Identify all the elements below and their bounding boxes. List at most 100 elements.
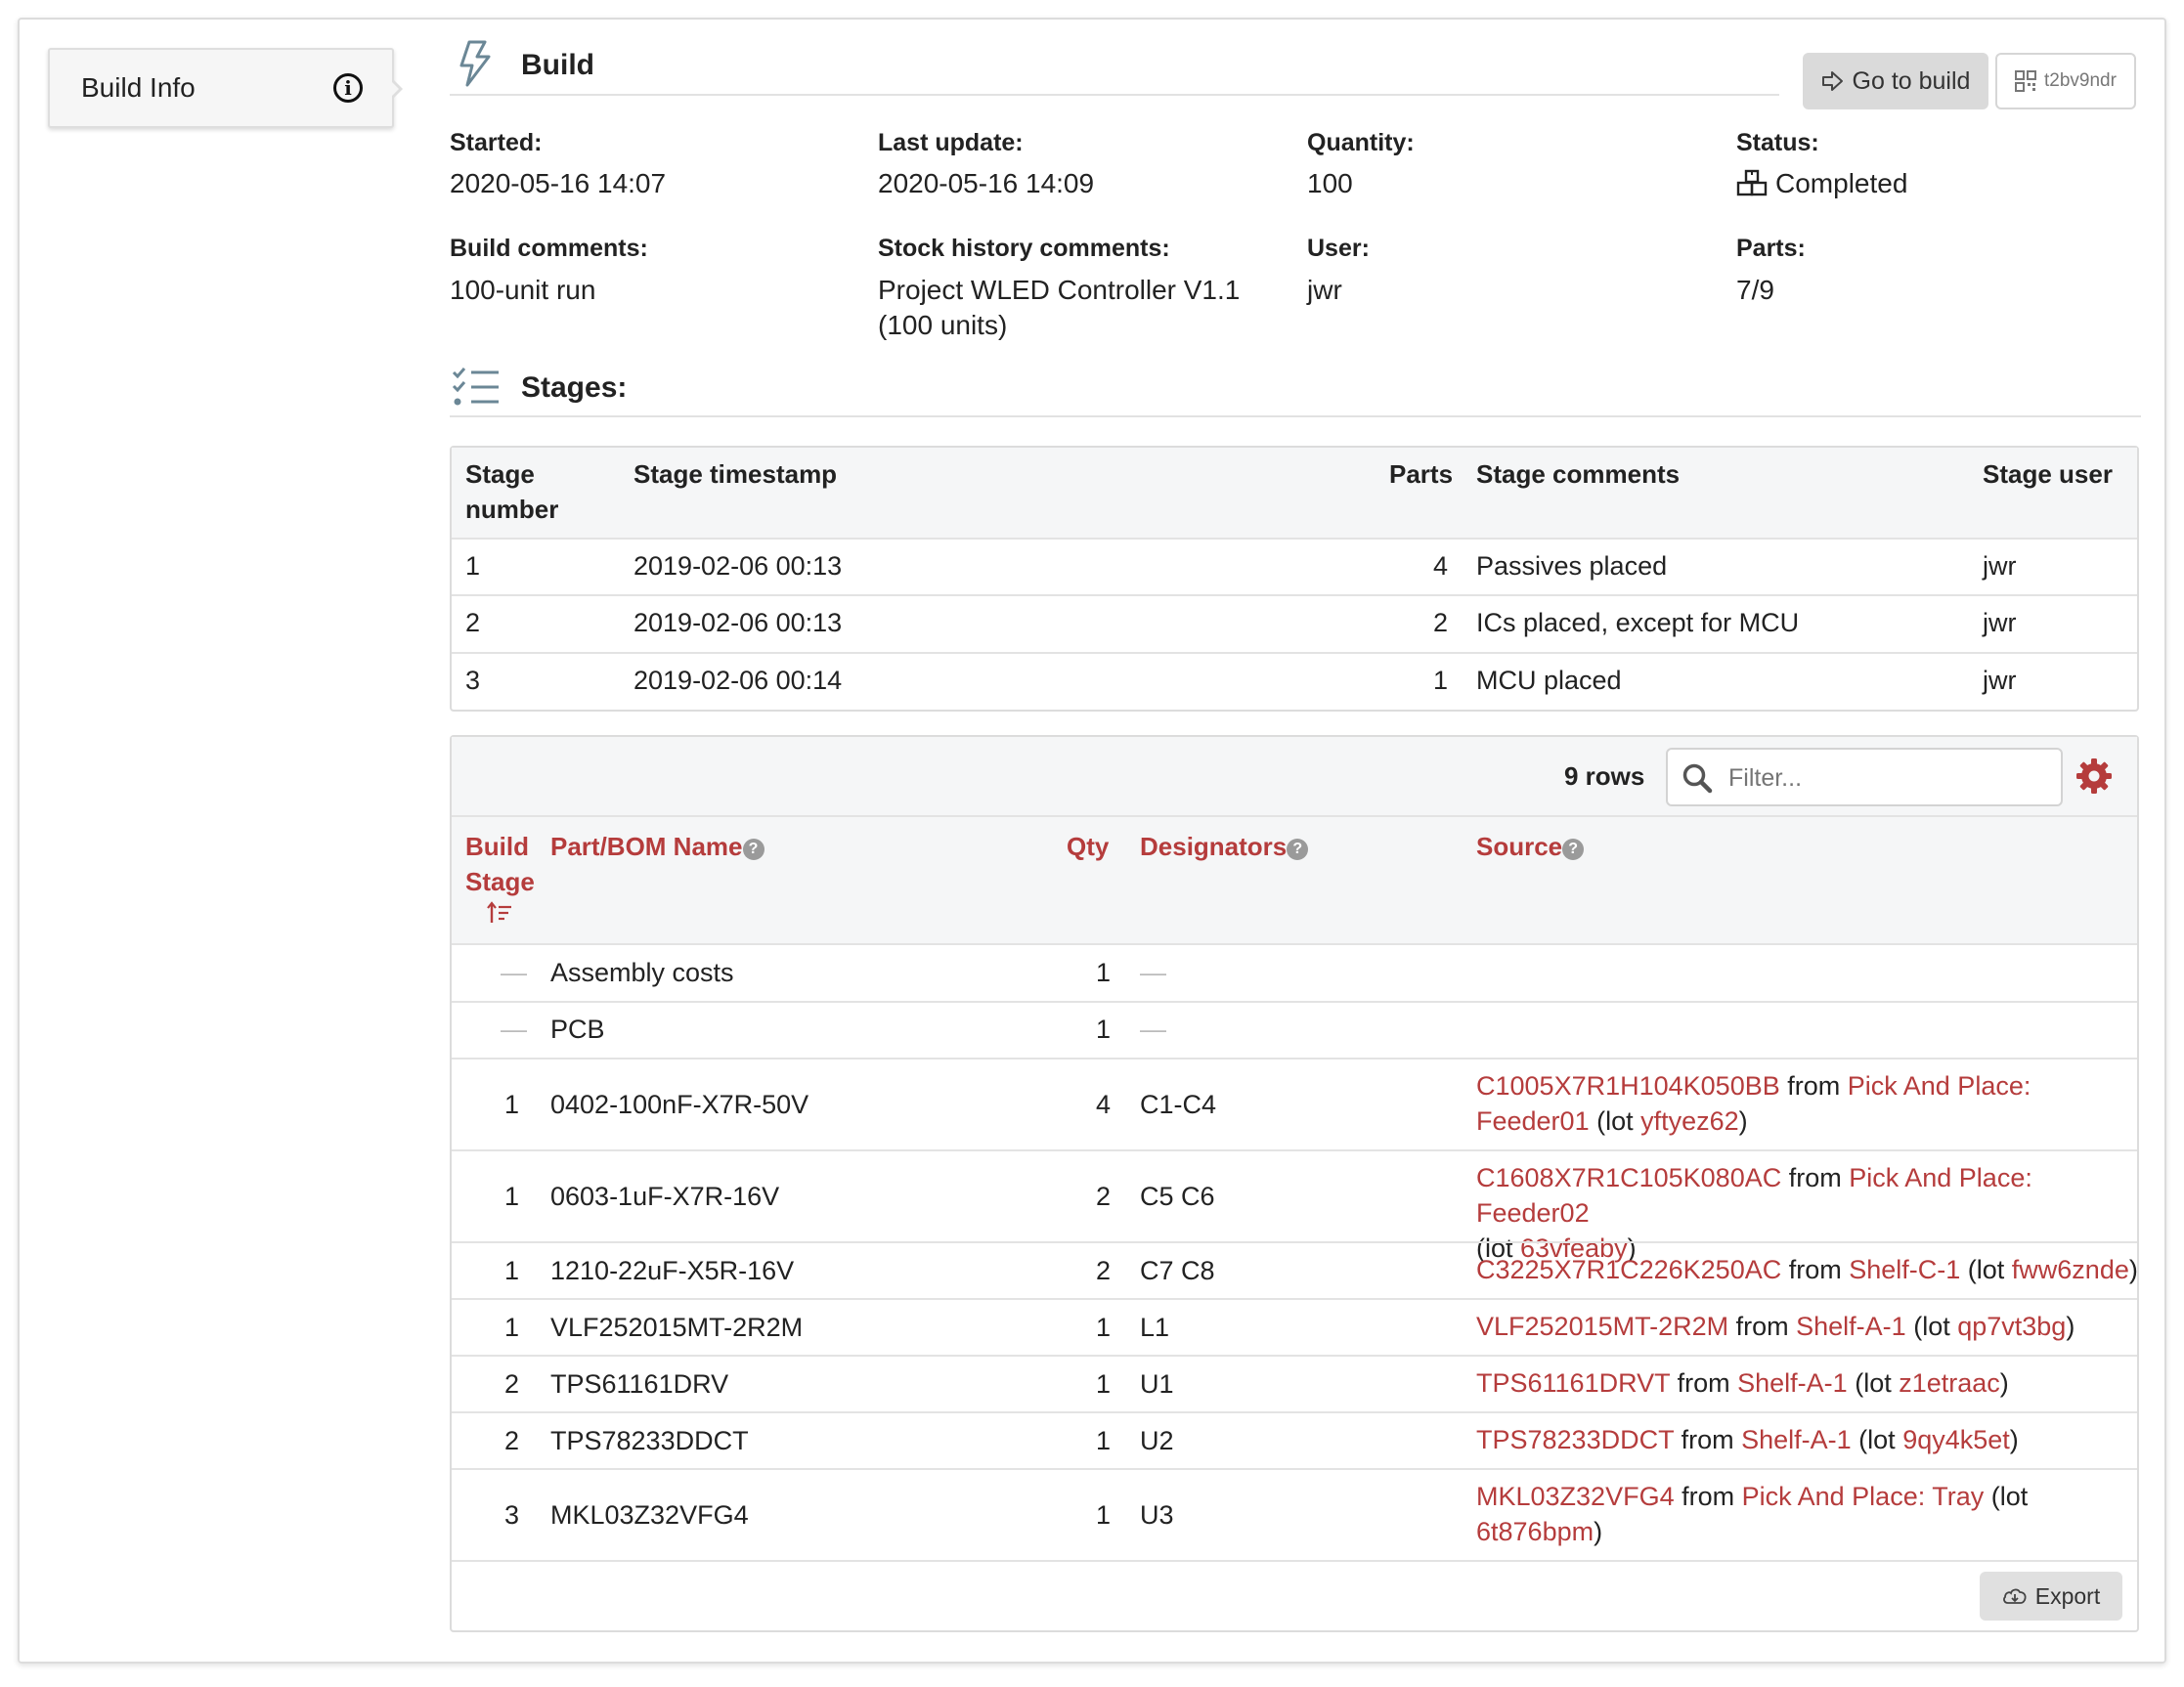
help-icon[interactable]: ? xyxy=(742,839,764,860)
bom-row-part-link[interactable]: 0402-100nF-X7R-50V xyxy=(550,1090,808,1120)
sort-icon[interactable] xyxy=(487,901,512,931)
source-lot-link[interactable]: z1etraac xyxy=(1899,1368,2000,1398)
source-lot-link[interactable]: qp7vt3bg xyxy=(1957,1312,2066,1341)
source-location-link[interactable]: Shelf-A-1 xyxy=(1796,1312,1906,1341)
stock-comments-line-1: Project WLED Controller V1.1 xyxy=(878,275,1241,305)
bom-row-stage: 2 xyxy=(504,1369,520,1399)
last-update-label: Last update: xyxy=(878,129,1024,156)
bom-row-part-link[interactable]: 1210-22uF-X5R-16V xyxy=(550,1256,794,1286)
quantity-value: 100 xyxy=(1307,168,1353,198)
col-designators[interactable]: Designators? xyxy=(1140,829,1309,864)
sidebar-item-build-info[interactable]: Build Info i xyxy=(48,48,394,128)
go-to-build-button[interactable]: Go to build xyxy=(1803,53,1988,109)
bom-row-qty: 1 xyxy=(1096,958,1112,987)
help-icon[interactable]: ? xyxy=(1287,839,1309,860)
col-source[interactable]: Source? xyxy=(1476,829,1585,864)
bom-row-part-link[interactable]: TPS61161DRV xyxy=(550,1369,728,1400)
row-divider xyxy=(452,1411,2137,1413)
stage-row-user: jwr xyxy=(1983,608,2017,637)
sidebar-item-label: Build Info xyxy=(81,72,196,103)
go-to-build-label: Go to build xyxy=(1852,66,1971,95)
stage-row-user: jwr xyxy=(1983,551,2017,581)
stage-row-parts: 4 xyxy=(1433,551,1449,581)
source-location-link[interactable]: Feeder01 xyxy=(1476,1106,1590,1136)
bom-row-source: C3225X7R1C226K250AC from Shelf-C-1 (lot … xyxy=(1476,1255,2138,1284)
stage-row-parts: 2 xyxy=(1433,608,1449,637)
status-value: Completed xyxy=(1736,166,1907,201)
stage-row-number: 2 xyxy=(465,608,481,637)
bom-row-qty: 1 xyxy=(1096,1313,1112,1342)
bom-row-stage: 1 xyxy=(504,1090,520,1119)
source-part-link[interactable]: VLF252015MT-2R2M xyxy=(1476,1312,1728,1341)
bom-row-designators: C5 C6 xyxy=(1140,1182,1215,1211)
source-lot-link[interactable]: fww6znde xyxy=(2012,1255,2129,1284)
source-lot-link[interactable]: 6t876bpm xyxy=(1476,1517,1594,1546)
user-value: jwr xyxy=(1307,275,1342,305)
stage-row-comments: ICs placed, except for MCU xyxy=(1476,608,1800,637)
row-divider xyxy=(452,1149,2137,1151)
status-label: Status: xyxy=(1736,129,1819,156)
row-divider xyxy=(452,1001,2137,1003)
help-icon[interactable]: ? xyxy=(1562,839,1585,860)
source-part-link[interactable]: MKL03Z32VFG4 xyxy=(1476,1482,1675,1511)
source-lot-link[interactable]: yftyez62 xyxy=(1640,1106,1739,1136)
stock-comments-label: Stock history comments: xyxy=(878,235,1170,262)
source-part-link[interactable]: TPS78233DDCT xyxy=(1476,1425,1674,1454)
col-build-stage[interactable]: Build Stage xyxy=(465,829,535,899)
page-title: Build xyxy=(521,49,594,81)
bom-row-part-link[interactable]: MKL03Z32VFG4 xyxy=(550,1500,749,1531)
source-part-link[interactable]: C1005X7R1H104K050BB xyxy=(1476,1071,1780,1101)
bom-row-designators: U1 xyxy=(1140,1369,1174,1399)
source-location-link[interactable]: Shelf-A-1 xyxy=(1737,1368,1848,1398)
export-label: Export xyxy=(2034,1582,2101,1609)
row-divider xyxy=(452,1058,2137,1060)
col-qty[interactable]: Qty xyxy=(1067,829,1109,864)
source-location-link[interactable]: Shelf-A-1 xyxy=(1741,1425,1852,1454)
source-part-link[interactable]: C3225X7R1C226K250AC xyxy=(1476,1255,1781,1284)
source-part-link[interactable]: TPS61161DRVT xyxy=(1476,1368,1670,1398)
bom-row-qty: 1 xyxy=(1096,1369,1112,1399)
checklist-icon xyxy=(452,367,501,414)
gear-icon[interactable] xyxy=(2075,757,2114,802)
bom-row-part-link[interactable]: TPS78233DDCT xyxy=(550,1426,749,1456)
bom-row-designators: — xyxy=(1140,958,1166,987)
filter-input[interactable] xyxy=(1726,759,2043,797)
row-divider xyxy=(452,1355,2137,1357)
build-comments-value: 100-unit run xyxy=(450,275,596,305)
qr-code-button[interactable]: t2bv9ndr xyxy=(1995,53,2136,109)
stage-row-comments: Passives placed xyxy=(1476,551,1668,581)
bom-row-stage: 1 xyxy=(504,1256,520,1285)
bom-row-stage: — xyxy=(501,1015,527,1044)
row-divider xyxy=(452,594,2137,596)
header-divider xyxy=(450,94,1779,96)
quantity-label: Quantity: xyxy=(1307,129,1415,156)
col-stage-parts: Parts xyxy=(1389,459,1454,489)
row-divider xyxy=(452,538,2137,540)
stage-row-user: jwr xyxy=(1983,666,2017,695)
info-icon: i xyxy=(333,73,363,103)
bom-row-designators: C1-C4 xyxy=(1140,1090,1217,1119)
bom-row-designators: L1 xyxy=(1140,1313,1170,1342)
bom-row-stage: 1 xyxy=(504,1313,520,1342)
col-part-bom-name[interactable]: Part/BOM Name? xyxy=(550,829,764,864)
started-label: Started: xyxy=(450,129,543,156)
started-value: 2020-05-16 14:07 xyxy=(450,168,667,198)
row-divider xyxy=(452,652,2137,654)
bom-row-designators: C7 C8 xyxy=(1140,1256,1215,1285)
source-location-link[interactable]: Pick And Place: xyxy=(1848,1071,2031,1101)
qr-code-label: t2bv9ndr xyxy=(2044,70,2117,91)
stage-row-comments: MCU placed xyxy=(1476,666,1622,695)
bom-row-source: TPS61161DRVT from Shelf-A-1 (lot z1etraa… xyxy=(1476,1368,2009,1398)
source-location-link[interactable]: Pick And Place: Tray xyxy=(1742,1482,1985,1511)
filter-field[interactable] xyxy=(1666,748,2063,806)
export-button[interactable]: Export xyxy=(1980,1572,2122,1621)
source-part-link[interactable]: C1608X7R1C105K080AC xyxy=(1476,1163,1781,1192)
col-stage-number: Stage number xyxy=(465,459,559,524)
stock-comments-line-2: (100 units) xyxy=(878,310,1008,340)
bom-row-qty: 1 xyxy=(1096,1015,1112,1044)
parts-label: Parts: xyxy=(1736,235,1806,262)
source-location-link[interactable]: Shelf-C-1 xyxy=(1849,1255,1960,1284)
source-lot-link[interactable]: 9qy4k5et xyxy=(1902,1425,2010,1454)
bom-row-part-link[interactable]: 0603-1uF-X7R-16V xyxy=(550,1182,779,1212)
bom-row-part-link[interactable]: VLF252015MT-2R2M xyxy=(550,1313,803,1343)
